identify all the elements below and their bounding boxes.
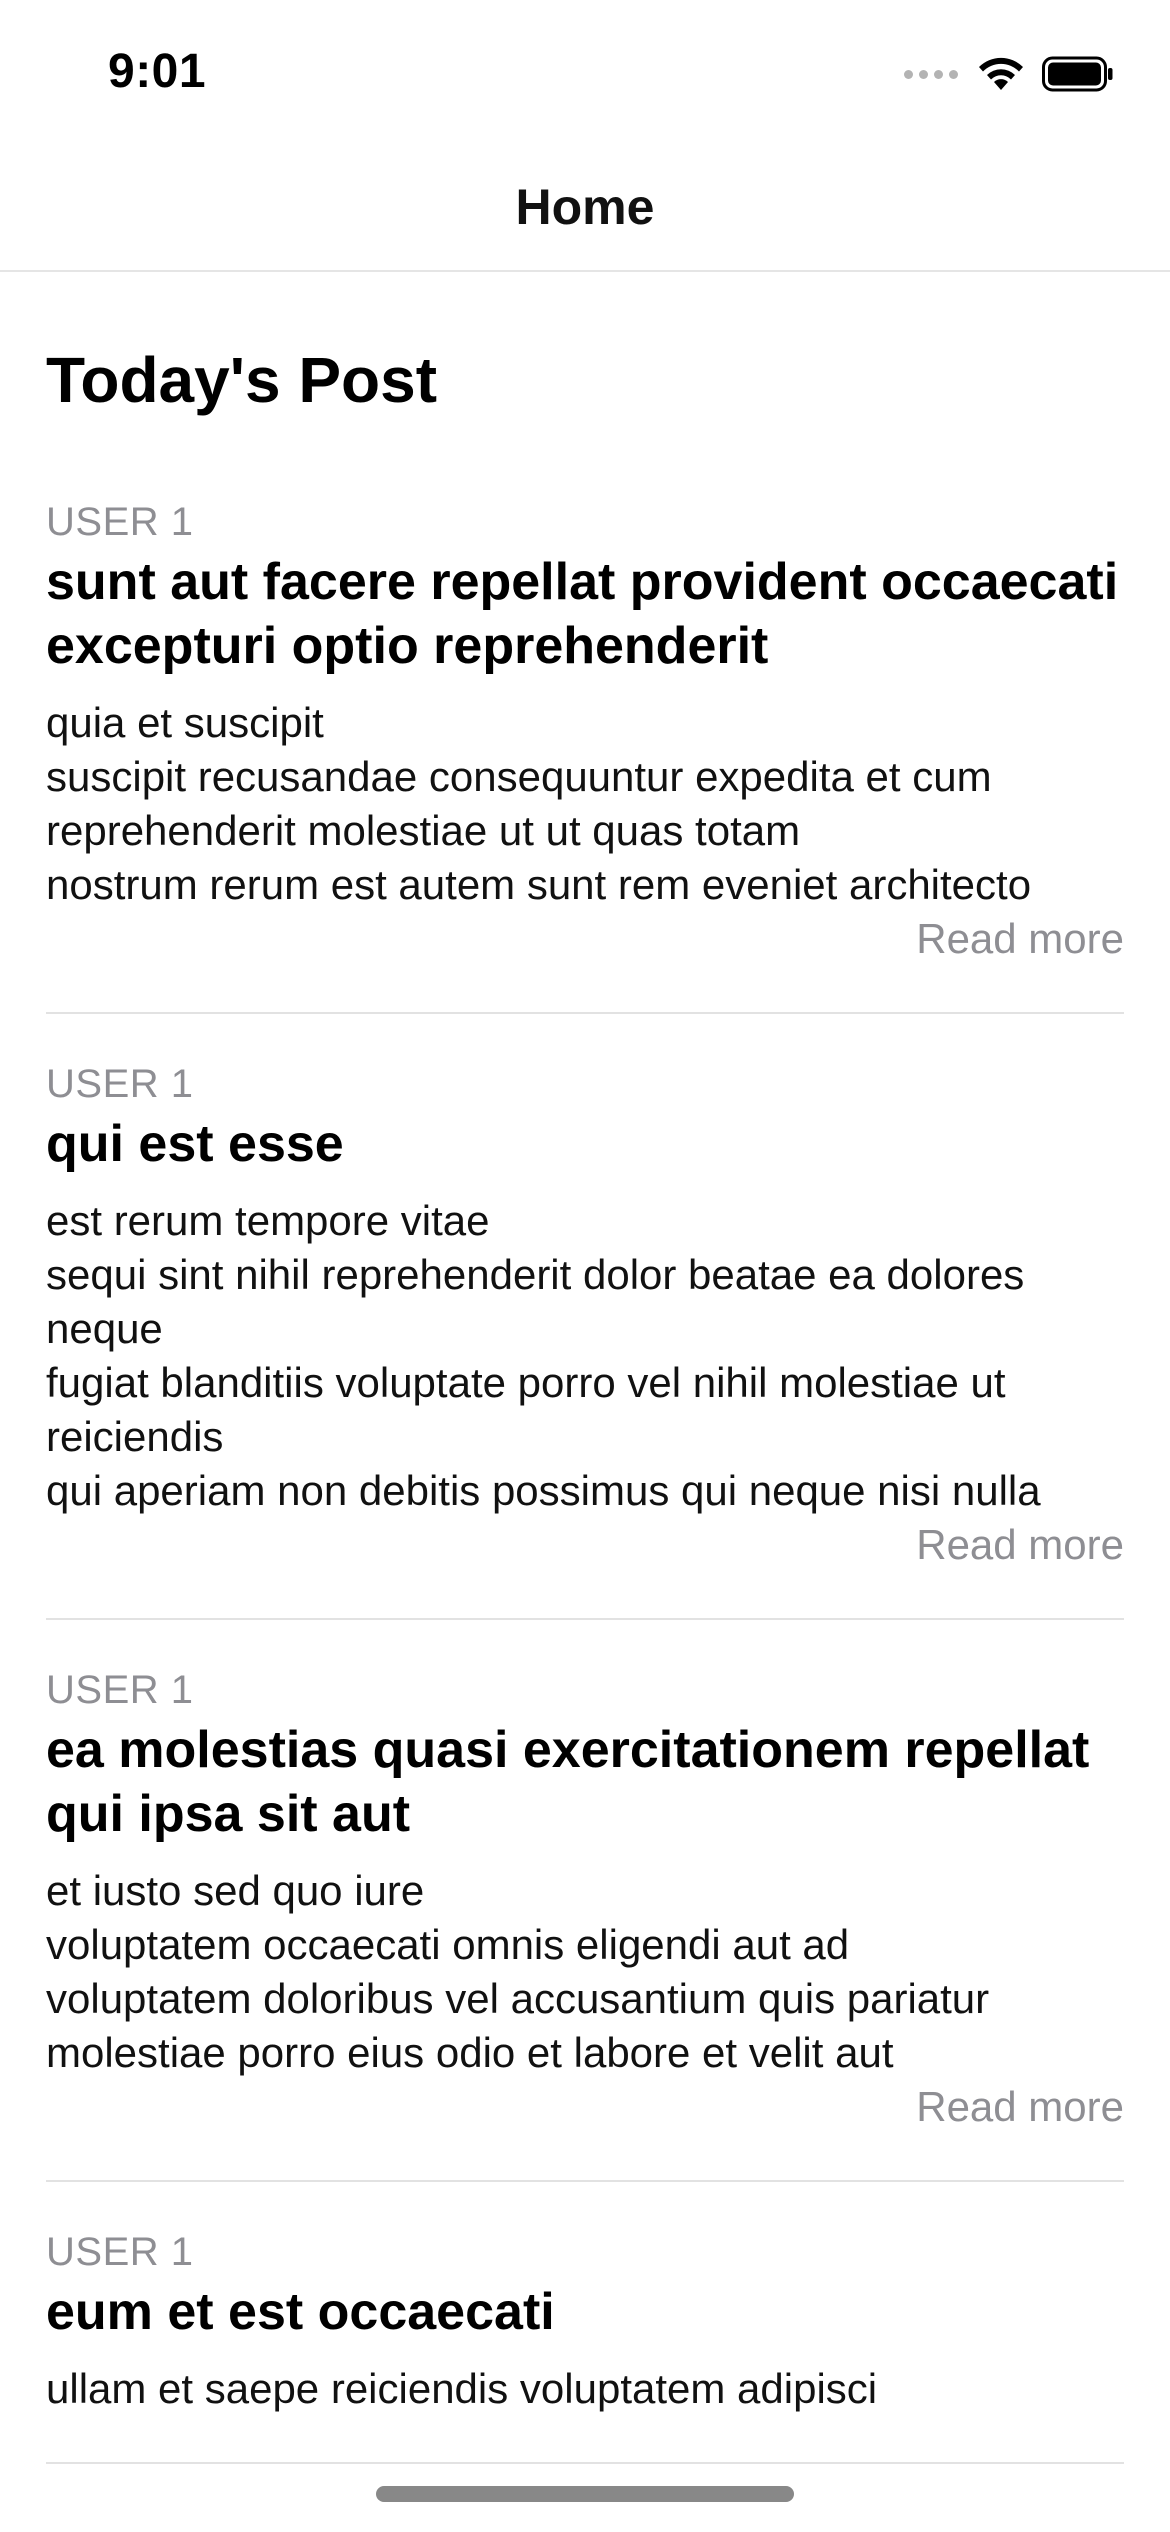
- status-time: 9:01: [108, 45, 207, 98]
- post-item[interactable]: USER 1 ea molestias quasi exercitationem…: [46, 1666, 1124, 2182]
- post-user: USER 1: [46, 2230, 194, 2274]
- read-more-link[interactable]: Read more: [46, 1518, 1124, 1572]
- post-title: eum et est occaecati: [46, 2283, 555, 2341]
- post-title: qui est esse: [46, 1115, 344, 1173]
- post-feed[interactable]: Today's Post USER 1 sunt aut facere repe…: [46, 272, 1124, 2510]
- navigation-bar: Home: [0, 140, 1170, 272]
- post-body: et iusto sed quo iure voluptatem occaeca…: [46, 1867, 990, 2076]
- post-user: USER 1: [46, 500, 194, 544]
- battery-icon: [1042, 56, 1113, 92]
- post-body: est rerum tempore vitae sequi sint nihil…: [46, 1197, 1041, 1514]
- home-indicator[interactable]: [376, 2486, 794, 2502]
- post-item[interactable]: USER 1 qui est esse est rerum tempore vi…: [46, 1060, 1124, 1620]
- wifi-icon: [979, 57, 1023, 90]
- post-title: ea molestias quasi exercitationem repell…: [46, 1721, 1090, 1843]
- post-body: ullam et saepe reiciendis voluptatem adi…: [46, 2365, 878, 2412]
- post-user: USER 1: [46, 1062, 194, 1106]
- post-body: quia et suscipit suscipit recusandae con…: [46, 699, 1032, 908]
- post-item[interactable]: USER 1 eum et est occaecati ullam et sae…: [46, 2228, 1124, 2464]
- read-more-link[interactable]: Read more: [46, 2080, 1124, 2134]
- nav-title: Home: [515, 179, 655, 235]
- cellular-signal-icon: [904, 69, 958, 79]
- post-user: USER 1: [46, 1668, 194, 1712]
- post-title: sunt aut facere repellat provident occae…: [46, 553, 1119, 675]
- status-icons: [904, 52, 1114, 96]
- home-screen: 9:01 Home Today's Post USER 1 sunt aut f…: [0, 0, 1170, 2532]
- status-bar: 9:01: [0, 0, 1170, 140]
- read-more-link[interactable]: Read more: [46, 912, 1124, 966]
- post-item[interactable]: USER 1 sunt aut facere repellat providen…: [46, 498, 1124, 1014]
- section-title: Today's Post: [46, 344, 437, 416]
- post-list: USER 1 sunt aut facere repellat providen…: [46, 498, 1124, 2464]
